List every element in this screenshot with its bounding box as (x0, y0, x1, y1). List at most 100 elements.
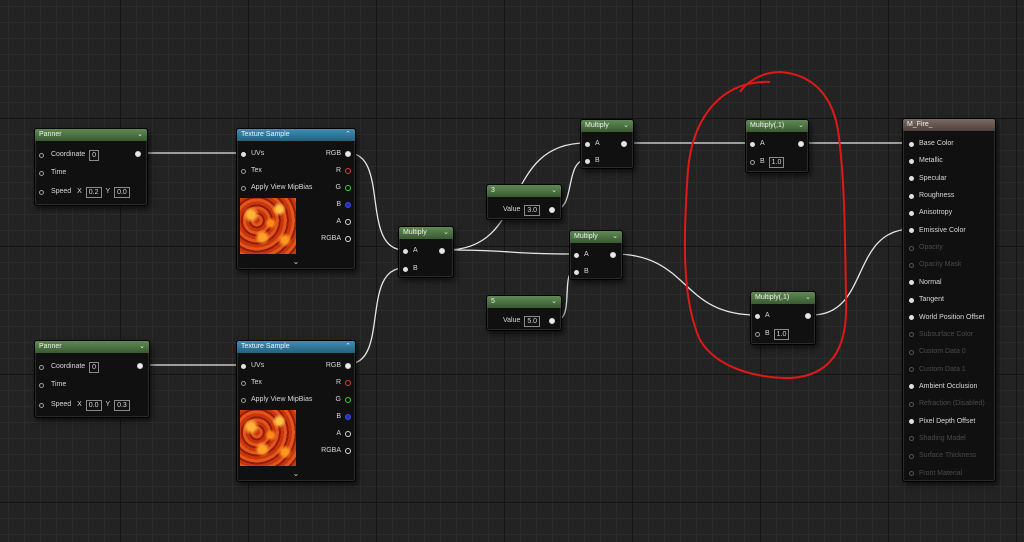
chevron-down-icon[interactable]: ⌄ (623, 120, 629, 132)
node-header[interactable]: Panner ⌄ (35, 341, 149, 353)
time-input-row[interactable]: Time (39, 167, 66, 179)
chevron-down-icon[interactable]: ⌄ (805, 292, 811, 304)
rgba-output-pin[interactable] (345, 448, 351, 454)
multiply-node[interactable]: Multiply ⌄ A B (580, 119, 634, 169)
chevron-down-icon[interactable]: ⌄ (551, 185, 557, 197)
material-input-pin[interactable] (909, 176, 914, 182)
material-input-row[interactable]: Subsurface Color (909, 329, 973, 341)
tex-pin[interactable] (241, 168, 246, 174)
chevron-down-icon[interactable]: ⌃ (345, 341, 351, 353)
b-pin[interactable] (755, 331, 760, 337)
material-input-row[interactable]: Custom Data 0 (909, 346, 966, 358)
chevron-down-icon[interactable]: ⌄ (139, 341, 145, 353)
material-input-row[interactable]: Anisotropy (909, 207, 952, 219)
b-pin[interactable] (574, 269, 579, 275)
material-input-pin[interactable] (909, 401, 914, 407)
a-pin[interactable] (755, 313, 760, 319)
a-pin[interactable] (750, 141, 755, 147)
chevron-down-icon[interactable]: ⌄ (237, 469, 355, 478)
coordinate-pin[interactable] (39, 152, 44, 158)
uvs-input-row[interactable]: UVs (241, 148, 264, 160)
rgba-output-pin[interactable] (345, 236, 351, 242)
node-header[interactable]: 5 ⌄ (487, 296, 561, 308)
b-output-pin[interactable] (345, 202, 351, 208)
material-input-pin[interactable] (909, 471, 914, 477)
output-pin[interactable] (805, 313, 811, 319)
output-pin[interactable] (135, 151, 141, 157)
material-input-row[interactable]: Base Color (909, 138, 954, 150)
material-input-row[interactable]: Tangent (909, 294, 944, 306)
material-input-pin[interactable] (909, 228, 914, 234)
chevron-down-icon[interactable]: ⌄ (612, 231, 618, 243)
b-value-field[interactable]: 1.0 (773, 328, 790, 340)
speed-pin[interactable] (39, 402, 44, 408)
node-header[interactable]: Multiply ⌄ (399, 227, 453, 239)
chevron-down-icon[interactable]: ⌃ (345, 129, 351, 141)
uvs-pin[interactable] (241, 151, 246, 157)
chevron-down-icon[interactable]: ⌄ (798, 120, 804, 132)
coordinate-input-row[interactable]: Coordinate 0 (39, 149, 100, 161)
multiply-node[interactable]: Multiply(,1) ⌄ A B 1.0 (750, 291, 816, 345)
a-input-row[interactable]: A (403, 245, 418, 257)
g-output-pin[interactable] (345, 397, 351, 403)
chevron-down-icon[interactable]: ⌄ (443, 227, 449, 239)
panner-node[interactable]: Panner ⌄ Coordinate 0 Time Speed X 0.2 Y… (34, 128, 148, 206)
speed-input-row[interactable]: Speed X 0.2 Y 0.0 (39, 186, 130, 198)
a-input-row[interactable]: A (750, 138, 765, 150)
node-header[interactable]: Multiply(,1) ⌄ (751, 292, 815, 304)
chevron-down-icon[interactable]: ⌄ (237, 257, 355, 266)
material-input-pin[interactable] (909, 332, 914, 338)
material-input-row[interactable]: Emissive Color (909, 225, 966, 237)
time-input-row[interactable]: Time (39, 379, 66, 391)
node-header[interactable]: Texture Sample ⌃ (237, 341, 355, 353)
material-input-row[interactable]: Metallic (909, 155, 943, 167)
node-header[interactable]: Panner ⌄ (35, 129, 147, 141)
material-input-pin[interactable] (909, 297, 914, 303)
speed-pin[interactable] (39, 189, 44, 195)
material-input-row[interactable]: Specular (909, 173, 947, 185)
value-field[interactable]: 3.0 (524, 204, 541, 216)
g-output-pin[interactable] (345, 185, 351, 191)
tex-pin[interactable] (241, 380, 246, 386)
output-pin[interactable] (621, 141, 627, 147)
material-input-pin[interactable] (909, 419, 914, 425)
multiply-node[interactable]: Multiply ⌄ A B (398, 226, 454, 278)
material-input-pin[interactable] (909, 384, 914, 390)
material-input-pin[interactable] (909, 210, 914, 216)
material-input-pin[interactable] (909, 367, 914, 373)
a-output-pin[interactable] (345, 219, 351, 225)
a-pin[interactable] (403, 248, 408, 254)
material-input-pin[interactable] (909, 349, 914, 355)
material-input-row[interactable]: Refraction (Disabled) (909, 398, 985, 410)
material-input-row[interactable]: Pixel Depth Offset (909, 416, 975, 428)
b-pin[interactable] (750, 159, 755, 165)
uvs-pin[interactable] (241, 363, 246, 369)
a-input-row[interactable]: A (755, 310, 770, 322)
chevron-down-icon[interactable]: ⌄ (551, 296, 557, 308)
a-input-row[interactable]: A (574, 249, 589, 261)
b-value-field[interactable]: 1.0 (768, 156, 785, 168)
texture-sample-node[interactable]: Texture Sample ⌃ UVs Tex Apply View MipB… (236, 128, 356, 270)
node-header[interactable]: Multiply ⌄ (581, 120, 633, 132)
material-input-row[interactable]: Front Material (909, 468, 962, 480)
material-input-row[interactable]: Opacity Mask (909, 259, 961, 271)
a-input-row[interactable]: A (585, 138, 600, 150)
a-output-pin[interactable] (345, 431, 351, 437)
material-input-row[interactable]: Custom Data 1 (909, 364, 966, 376)
b-input-row[interactable]: B (403, 263, 418, 275)
a-pin[interactable] (574, 252, 579, 258)
value-field[interactable]: 5.0 (524, 315, 541, 327)
b-pin[interactable] (403, 266, 408, 272)
material-input-row[interactable]: Normal (909, 277, 942, 289)
material-result-node[interactable]: M_Fire_ Base Color Metallic Specular Roughn… (902, 118, 996, 482)
value-row[interactable]: Value 3.0 (503, 204, 541, 216)
node-header[interactable]: M_Fire_ (903, 119, 995, 131)
material-input-row[interactable]: World Position Offset (909, 312, 985, 324)
node-header[interactable]: Multiply ⌄ (570, 231, 622, 243)
material-input-pin[interactable] (909, 453, 914, 459)
multiply-node[interactable]: Multiply(,1) ⌄ A B 1.0 (745, 119, 809, 173)
output-pin[interactable] (610, 252, 616, 258)
speed-y-field[interactable]: 0.3 (114, 399, 130, 411)
b-input-row[interactable]: B 1.0 (750, 156, 785, 168)
material-input-pin[interactable] (909, 315, 914, 320)
